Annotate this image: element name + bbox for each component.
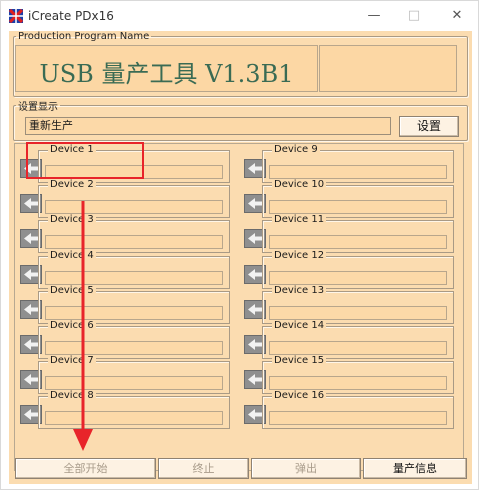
production-program-label: Production Program Name	[18, 31, 150, 42]
device-slot: Device 11	[244, 214, 458, 254]
main-panel: Production Program Name USB 量产工具 V1.3B1 …	[9, 31, 472, 484]
device-frame: Device 3	[38, 214, 230, 254]
device-frame: Device 8	[38, 390, 230, 430]
device-frame: Device 12	[262, 249, 454, 289]
device-slot: Device 5	[20, 284, 234, 324]
device-label: Device 14	[272, 320, 327, 331]
device-label: Device 2	[48, 179, 96, 191]
settings-display-label: 设置显示	[18, 102, 58, 113]
device-slot: Device 3	[20, 214, 234, 254]
device-slot: Device 13	[244, 284, 458, 324]
device-label: Device 10	[272, 179, 327, 191]
device-status-field	[45, 376, 223, 391]
device-status-field	[269, 411, 447, 426]
program-info-box	[319, 45, 457, 92]
device-label: Device 3	[48, 214, 96, 226]
device-panel: Device 1 Device 2 Device 3 Device 4 Device 5…	[14, 143, 464, 471]
device-frame: Device 5	[38, 284, 230, 324]
device-slot: Device 14	[244, 320, 458, 359]
device-status-field	[269, 305, 447, 320]
device-status-field	[269, 376, 447, 391]
settings-button[interactable]: 设置	[399, 116, 459, 137]
device-frame: Device 14	[262, 320, 454, 359]
app-logo-icon	[9, 9, 23, 23]
device-label: Device 12	[272, 249, 327, 261]
device-label: Device 4	[48, 249, 96, 261]
device-frame: Device 9	[262, 144, 454, 183]
program-name-text: USB 量产工具 V1.3B1	[39, 60, 294, 88]
device-label: Device 16	[272, 390, 327, 402]
window-title: iCreate PDx16	[28, 9, 114, 23]
device-status-field	[45, 235, 223, 250]
device-frame: Device 4	[38, 249, 230, 289]
settings-display-field: 重新生产	[25, 117, 391, 135]
device-slot: Device 16	[244, 390, 458, 430]
device-frame: Device 13	[262, 284, 454, 324]
device-status-field	[269, 165, 447, 179]
maximize-button[interactable]: □	[398, 5, 430, 27]
device-slot: Device 12	[244, 249, 458, 289]
device-status-field	[269, 235, 447, 250]
device-slot: Device 9	[244, 144, 458, 183]
device-slot: Device 6	[20, 320, 234, 359]
device-status-field	[269, 200, 447, 215]
production-info-button[interactable]: 量产信息	[363, 458, 467, 479]
stop-button[interactable]: 终止	[158, 458, 249, 479]
device-frame: Device 11	[262, 214, 454, 254]
device-frame: Device 16	[262, 390, 454, 430]
device-frame: Device 7	[38, 355, 230, 395]
device-frame: Device 15	[262, 355, 454, 395]
device-frame: Device 10	[262, 179, 454, 219]
device-status-field	[45, 305, 223, 320]
device-label: Device 11	[272, 214, 327, 226]
close-button[interactable]: ✕	[441, 5, 473, 27]
start-all-button[interactable]: 全部开始	[15, 458, 156, 479]
device-status-field	[269, 270, 447, 285]
device-status-field	[45, 411, 223, 426]
device-slot: Device 15	[244, 355, 458, 395]
minimize-button[interactable]: —	[358, 5, 390, 27]
device-status-field	[45, 200, 223, 215]
device-slot: Device 8	[20, 390, 234, 430]
device-status-field	[45, 270, 223, 285]
device-label: Device 8	[48, 390, 96, 402]
device-label: Device 5	[48, 284, 96, 296]
eject-button[interactable]: 弹出	[251, 458, 361, 479]
device-frame: Device 6	[38, 320, 230, 359]
device-slot: Device 4	[20, 249, 234, 289]
device-1-highlight-box	[26, 142, 144, 179]
title-bar: iCreate PDx16 — □ ✕	[1, 1, 478, 31]
device-slot: Device 10	[244, 179, 458, 219]
device-label: Device 7	[48, 355, 96, 367]
device-label: Device 6	[48, 320, 96, 331]
device-slot: Device 7	[20, 355, 234, 395]
device-frame: Device 2	[38, 179, 230, 219]
device-status-field	[45, 341, 223, 355]
device-slot: Device 2	[20, 179, 234, 219]
device-status-field	[269, 341, 447, 355]
app-window: iCreate PDx16 — □ ✕ Production Program N…	[0, 0, 479, 490]
program-name-display: USB 量产工具 V1.3B1	[15, 45, 318, 92]
device-label: Device 15	[272, 355, 327, 367]
device-label: Device 13	[272, 284, 327, 296]
device-label: Device 9	[272, 144, 320, 155]
